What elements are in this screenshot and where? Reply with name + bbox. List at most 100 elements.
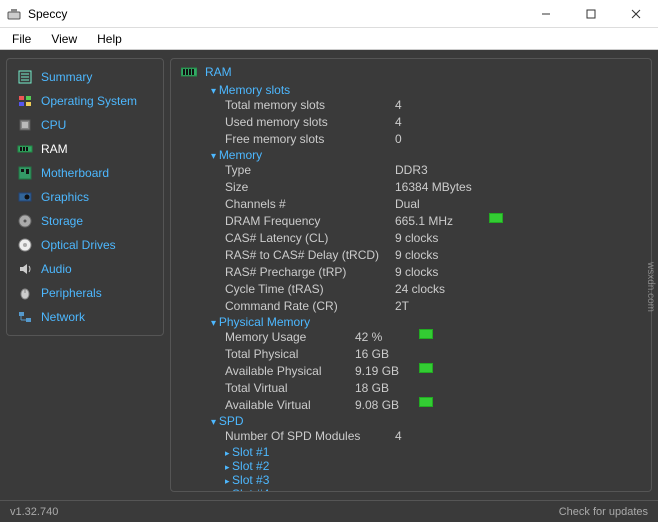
value: 16384 MBytes [395,179,485,196]
section-physical-memory: Physical Memory Memory Usage42 % Total P… [211,315,641,414]
value: 42 % [355,329,415,346]
app-icon [6,6,22,22]
section-title-spd[interactable]: SPD [211,414,641,428]
check-updates-link[interactable]: Check for updates [559,506,648,518]
sidebar-label: Graphics [41,190,89,204]
label: Memory Usage [225,329,355,346]
spd-slot-link[interactable]: Slot #2 [225,459,641,473]
spd-slot-link[interactable]: Slot #1 [225,445,641,459]
label: Free memory slots [225,131,395,148]
sidebar-item-summary[interactable]: Summary [11,65,159,89]
menu-view[interactable]: View [43,30,85,48]
row-dram-freq: DRAM Frequency665.1 MHz [225,213,641,230]
label: Available Physical [225,363,355,380]
label: Available Virtual [225,397,355,414]
ram-header-icon [181,66,197,78]
graphics-icon [17,189,33,205]
label: Type [225,162,395,179]
row-cas: CAS# Latency (CL)9 clocks [225,230,641,247]
sidebar-label: Motherboard [41,166,109,180]
sidebar-item-optical[interactable]: Optical Drives [11,233,159,257]
summary-icon [17,69,33,85]
row-total-slots: Total memory slots4 [225,97,641,114]
titlebar: Speccy [0,0,658,28]
label: DRAM Frequency [225,213,395,230]
watermark: wsxdn.com [643,260,658,314]
page-header: RAM [181,65,641,79]
sidebar-item-graphics[interactable]: Graphics [11,185,159,209]
section-title-physical[interactable]: Physical Memory [211,315,641,329]
menu-file[interactable]: File [4,30,39,48]
section-memory-slots: Memory slots Total memory slots4 Used me… [211,83,641,148]
value: Dual [395,196,485,213]
os-icon [17,93,33,109]
audio-icon [17,261,33,277]
row-tras: Cycle Time (tRAS)24 clocks [225,281,641,298]
label: Number Of SPD Modules [225,428,395,445]
ram-icon [17,141,33,157]
row-trp: RAS# Precharge (tRP)9 clocks [225,264,641,281]
sidebar-label: Optical Drives [41,238,116,252]
value: 2T [395,298,485,315]
sidebar-label: Audio [41,262,72,276]
value: 9 clocks [395,264,485,281]
label: Total Physical [225,346,355,363]
minimize-button[interactable] [523,0,568,28]
value: 4 [395,97,485,114]
label: RAS# to CAS# Delay (tRCD) [225,247,395,264]
peripherals-icon [17,285,33,301]
sidebar-item-ram[interactable]: RAM [11,137,159,161]
row-size: Size16384 MBytes [225,179,641,196]
sidebar-item-audio[interactable]: Audio [11,257,159,281]
window-title: Speccy [28,7,523,21]
section-title-memory-slots[interactable]: Memory slots [211,83,641,97]
label: CAS# Latency (CL) [225,230,395,247]
section-title-memory[interactable]: Memory [211,148,641,162]
label: Total Virtual [225,380,355,397]
sidebar-item-motherboard[interactable]: Motherboard [11,161,159,185]
sidebar-label: CPU [41,118,66,132]
section-memory: Memory TypeDDR3 Size16384 MBytes Channel… [211,148,641,315]
row-used-slots: Used memory slots4 [225,114,641,131]
spd-slot-link[interactable]: Slot #4 [225,487,641,492]
sidebar-item-storage[interactable]: Storage [11,209,159,233]
sidebar-label: RAM [41,142,68,156]
sidebar-label: Storage [41,214,83,228]
sidebar-item-peripherals[interactable]: Peripherals [11,281,159,305]
maximize-button[interactable] [568,0,613,28]
value: 18 GB [355,380,415,397]
sidebar-label: Network [41,310,85,324]
sidebar-item-cpu[interactable]: CPU [11,113,159,137]
row-total-virt: Total Virtual18 GB [225,380,641,397]
label: RAS# Precharge (tRP) [225,264,395,281]
indicator-icon [489,213,503,223]
sidebar-label: Peripherals [41,286,102,300]
label: Command Rate (CR) [225,298,395,315]
value: 9.19 GB [355,363,415,380]
main-area: RAM Memory slots Total memory slots4 Use… [170,50,658,500]
menu-help[interactable]: Help [89,30,130,48]
value: 9 clocks [395,230,485,247]
label: Channels # [225,196,395,213]
label: Size [225,179,395,196]
value: 16 GB [355,346,415,363]
row-free-slots: Free memory slots0 [225,131,641,148]
value: 9 clocks [395,247,485,264]
value: 4 [395,114,485,131]
close-button[interactable] [613,0,658,28]
row-trcd: RAS# to CAS# Delay (tRCD)9 clocks [225,247,641,264]
sidebar: Summary Operating System CPU RAM Motherb… [0,50,170,500]
spd-slot-link[interactable]: Slot #3 [225,473,641,487]
sidebar-panel: Summary Operating System CPU RAM Motherb… [6,58,164,336]
row-total-phys: Total Physical16 GB [225,346,641,363]
sidebar-item-os[interactable]: Operating System [11,89,159,113]
statusbar: v1.32.740 Check for updates [0,500,658,522]
indicator-icon [419,363,433,373]
network-icon [17,309,33,325]
label: Used memory slots [225,114,395,131]
sidebar-item-network[interactable]: Network [11,305,159,329]
row-avail-phys: Available Physical9.19 GB [225,363,641,380]
sidebar-label: Summary [41,70,92,84]
row-type: TypeDDR3 [225,162,641,179]
storage-icon [17,213,33,229]
